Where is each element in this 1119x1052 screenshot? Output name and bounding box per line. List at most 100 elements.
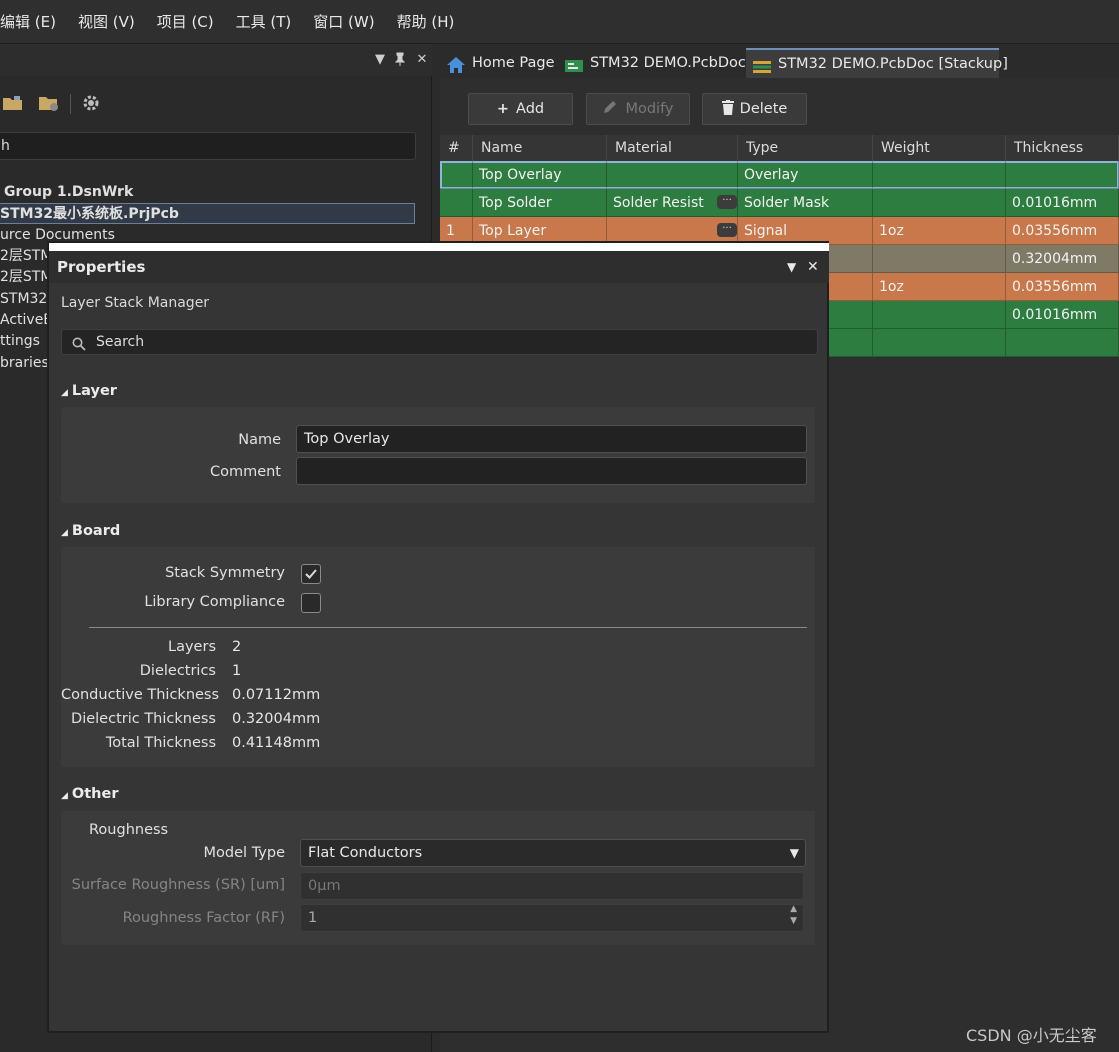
cell-weight[interactable] <box>873 301 1006 329</box>
delete-button-label: Delete <box>739 101 788 117</box>
menu-view[interactable]: 视图 (V) <box>78 11 135 32</box>
layer-section-header[interactable]: ◢ Layer <box>61 383 117 399</box>
board-section-header[interactable]: ◢ Board <box>61 523 120 539</box>
stat-label: Conductive Thickness <box>61 687 220 703</box>
properties-top-edge <box>49 243 829 251</box>
cell-weight[interactable]: 1oz <box>873 217 1006 245</box>
collapse-triangle-icon: ◢ <box>61 528 68 538</box>
tab-stackup[interactable]: STM32 DEMO.PcbDoc [Stackup] <box>746 48 1008 78</box>
other-section-header[interactable]: ◢ Other <box>61 786 119 802</box>
cell-thickness[interactable]: 0.01016mm <box>1006 301 1119 329</box>
panel-close-icon[interactable]: ✕ <box>414 52 430 68</box>
stackup-row[interactable]: Top Overlay Overlay <box>440 161 1119 189</box>
column-header-type[interactable]: Type <box>738 135 873 161</box>
cell-thickness[interactable]: 0.01016mm <box>1006 189 1119 217</box>
menu-tools[interactable]: 工具 (T) <box>236 11 292 32</box>
open-folder-icon[interactable] <box>2 93 24 115</box>
material-picker-button[interactable]: ··· <box>717 195 737 209</box>
tree-item-doc-4[interactable]: ActiveB <box>0 310 53 331</box>
stack-symmetry-checkbox[interactable] <box>301 564 321 584</box>
projects-search-input[interactable]: h <box>0 132 416 160</box>
menu-edit[interactable]: 编辑 (E) <box>0 11 56 32</box>
model-type-select[interactable]: Flat Conductors ▼ <box>300 839 806 867</box>
add-button[interactable]: + Add <box>468 93 573 125</box>
checkmark-icon <box>305 569 317 579</box>
stackup-row[interactable]: 1 Top Layer Signal 1oz 0.03556mm ··· <box>440 217 1119 245</box>
model-type-value: Flat Conductors <box>308 845 423 861</box>
menu-project[interactable]: 项目 (C) <box>157 11 214 32</box>
column-header-weight[interactable]: Weight <box>873 135 1006 161</box>
watermark: CSDN @小无尘客 <box>966 1026 1097 1045</box>
properties-title: Properties <box>57 258 146 276</box>
tab-home-page[interactable]: Home Page <box>440 48 561 78</box>
cell-name[interactable]: Top Overlay <box>473 161 607 189</box>
cell-weight[interactable] <box>873 329 1006 357</box>
plus-icon: + <box>496 101 510 117</box>
properties-menu-icon[interactable]: ▼ <box>787 251 796 283</box>
comment-label: Comment <box>209 464 281 480</box>
add-button-label: Add <box>516 101 545 117</box>
layer-comment-field[interactable] <box>296 457 807 485</box>
cell-type[interactable]: Solder Mask <box>738 189 873 217</box>
tree-item-doc-1[interactable]: 2层STM <box>0 246 52 267</box>
stackup-row[interactable]: Top Solder Solder Resist Solder Mask 0.0101… <box>440 189 1119 217</box>
cell-num[interactable] <box>440 161 473 189</box>
cell-thickness[interactable]: 0.32004mm <box>1006 245 1119 273</box>
delete-button[interactable]: Delete <box>702 93 807 125</box>
spinner-arrows-icon[interactable]: ▲ ▼ <box>790 903 797 927</box>
properties-close-icon[interactable]: ✕ <box>807 251 819 283</box>
cell-type[interactable]: Signal <box>738 217 873 245</box>
toolbar-divider <box>70 94 71 114</box>
board-section-title: Board <box>71 523 121 539</box>
tab-pcbdoc[interactable]: STM32 DEMO.PcbDoc <box>558 48 752 78</box>
trash-icon <box>721 99 734 119</box>
roughness-factor-value: 1 <box>308 910 318 926</box>
column-header-material[interactable]: Material <box>607 135 738 161</box>
cell-weight[interactable] <box>873 245 1006 273</box>
stat-value: 0.07112mm <box>232 687 321 703</box>
tab-label: STM32 DEMO.PcbDoc [Stackup] <box>778 56 1008 72</box>
cell-weight[interactable] <box>873 161 1006 189</box>
library-compliance-checkbox[interactable] <box>301 593 321 613</box>
panel-dropdown-icon[interactable]: ▼ <box>372 52 388 68</box>
layer-name-field[interactable]: Top Overlay <box>296 425 807 453</box>
tree-item-project[interactable]: STM32最小系统板.PrjPcb <box>0 203 415 224</box>
tree-item-workspace[interactable]: Group 1.DsnWrk <box>4 182 133 203</box>
cell-weight[interactable]: 1oz <box>873 273 1006 301</box>
tree-item-settings[interactable]: ttings <box>0 331 40 352</box>
cell-type[interactable]: Overlay <box>738 161 873 189</box>
cell-name[interactable]: Top Solder <box>473 189 607 217</box>
gear-icon[interactable] <box>80 93 102 115</box>
menu-help[interactable]: 帮助 (H) <box>397 11 455 32</box>
tree-item-doc-2[interactable]: 2层STM <box>0 267 52 288</box>
column-header-thickness[interactable]: Thickness <box>1006 135 1119 161</box>
board-section: Stack Symmetry Library Compliance Layers… <box>61 547 815 767</box>
modify-button[interactable]: Modify <box>586 93 690 125</box>
cell-thickness[interactable] <box>1006 161 1119 189</box>
column-header-name[interactable]: Name <box>473 135 607 161</box>
projects-panel-header: ▼ ✕ <box>0 44 432 76</box>
search-placeholder: Search <box>96 334 145 350</box>
cell-thickness[interactable]: 0.03556mm <box>1006 217 1119 245</box>
column-header-number[interactable]: # <box>440 135 473 161</box>
material-picker-button[interactable]: ··· <box>717 223 737 237</box>
chevron-down-icon: ▼ <box>789 846 799 860</box>
cell-num[interactable] <box>440 189 473 217</box>
cell-num[interactable]: 1 <box>440 217 473 245</box>
menu-window[interactable]: 窗口 (W) <box>313 11 374 32</box>
cell-thickness[interactable]: 0.03556mm <box>1006 273 1119 301</box>
surface-roughness-field[interactable]: 0μm <box>300 872 804 900</box>
cell-name[interactable]: Top Layer <box>473 217 607 245</box>
cell-weight[interactable] <box>873 189 1006 217</box>
tab-label: Home Page <box>472 55 555 71</box>
tree-item-doc-3[interactable]: STM32 <box>0 289 47 310</box>
properties-search-input[interactable]: Search <box>61 329 818 355</box>
roughness-factor-spinner[interactable]: 1 ▲ ▼ <box>300 904 804 932</box>
cell-material[interactable] <box>607 161 738 189</box>
pcb-icon <box>564 55 584 72</box>
cell-thickness[interactable] <box>1006 329 1119 357</box>
stat-value: 2 <box>232 639 242 655</box>
tree-item-libraries[interactable]: braries <box>0 353 49 374</box>
pin-icon[interactable] <box>392 52 408 68</box>
folder-settings-icon[interactable] <box>38 93 60 115</box>
